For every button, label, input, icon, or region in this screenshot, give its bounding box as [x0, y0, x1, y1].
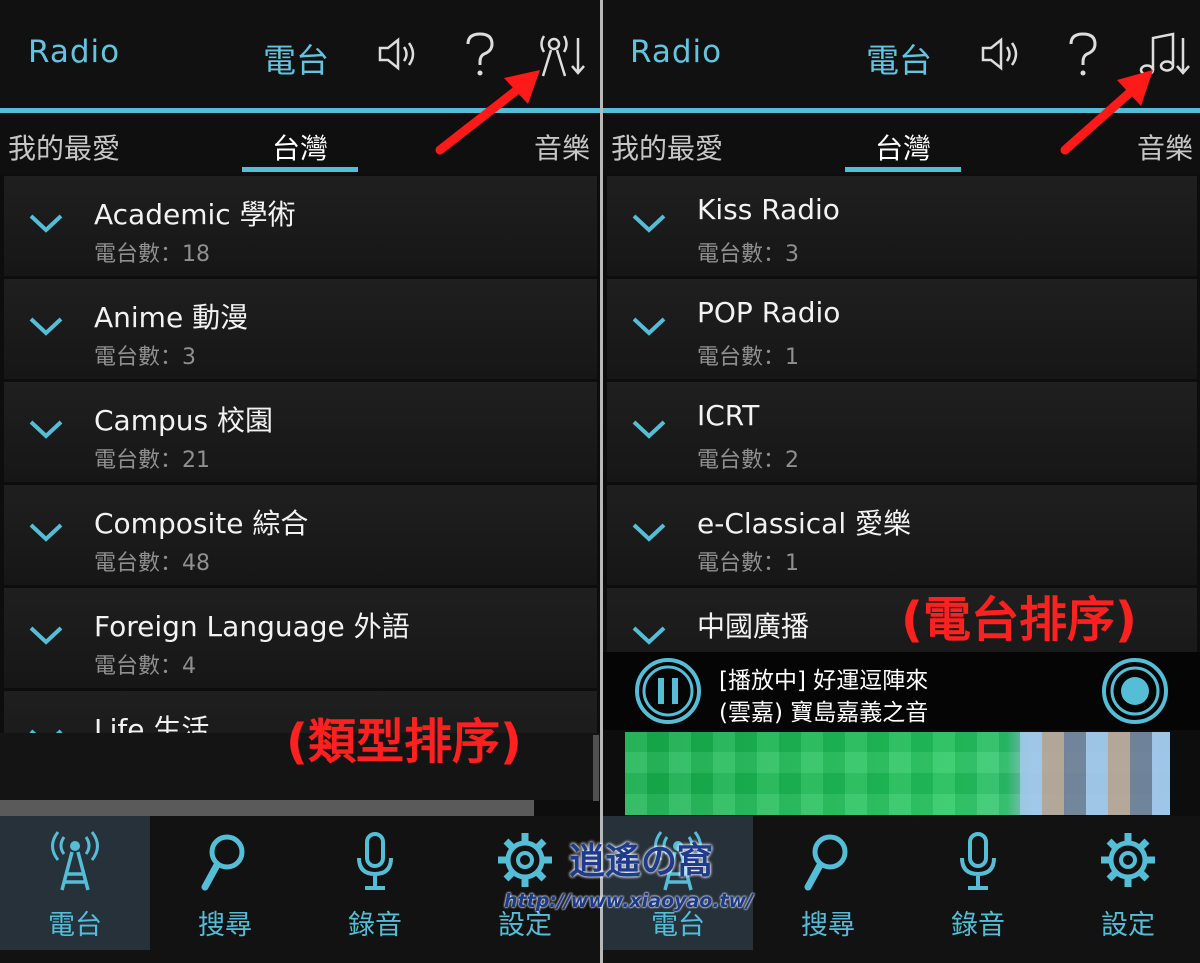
chevron-down-icon — [29, 523, 63, 542]
watermark-logo: 逍遙の窩 — [569, 840, 714, 882]
nav-label: 錄音 — [348, 910, 402, 941]
chevron-down-icon — [29, 626, 63, 645]
nav-radio[interactable]: 電台 — [0, 816, 150, 950]
item-count: 電台數：3 — [94, 345, 196, 370]
gear-icon — [1101, 833, 1155, 887]
tab-favorites[interactable]: 我的最愛 — [8, 127, 120, 167]
list-item[interactable]: ICRT 電台數：2 — [607, 382, 1197, 482]
tab-taiwan[interactable]: 台灣 — [875, 127, 931, 167]
annotation-label: (類型排序) — [286, 714, 522, 770]
list-item[interactable]: Kiss Radio 電台數：3 — [607, 176, 1197, 276]
chevron-down-icon — [632, 317, 666, 336]
list-item[interactable]: Anime 動漫 電台數：3 — [4, 279, 597, 379]
now-playing-bar: [播放中] 好運逗陣來 (雲嘉) 寶島嘉義之音 — [603, 652, 1200, 730]
chevron-down-icon — [29, 214, 63, 233]
section-label: 電台 — [866, 41, 932, 80]
tab-active-indicator — [845, 167, 961, 172]
tab-favorites[interactable]: 我的最愛 — [611, 127, 723, 167]
now-playing-title: [播放中] 好運逗陣來 — [719, 668, 929, 694]
chevron-down-icon — [632, 523, 666, 542]
list-item[interactable]: Campus 校園 電台數：21 — [4, 382, 597, 482]
app-title: Radio — [630, 34, 723, 70]
volume-icon[interactable] — [971, 24, 1031, 84]
nav-label: 搜尋 — [198, 910, 252, 941]
nav-label: 設定 — [1101, 910, 1155, 941]
item-name: Anime 動漫 — [94, 301, 249, 334]
microphone-icon — [960, 832, 996, 890]
list-item[interactable]: Foreign Language 外語 電台數：4 — [4, 588, 597, 688]
ad-image — [1020, 732, 1170, 815]
item-count: 電台數：1 — [697, 345, 799, 370]
chevron-down-icon — [632, 214, 666, 233]
watermark-url: http://www.xiaoyao.tw/ — [504, 890, 754, 912]
scrollbar[interactable] — [0, 800, 534, 816]
item-count: 電台數：21 — [94, 448, 210, 473]
chevron-down-icon — [29, 420, 63, 439]
left-screen: Radio 電台 我的最愛 台灣 音樂 Academic 學術 電台數：18 A… — [0, 0, 600, 963]
item-count: 電台數：48 — [94, 551, 210, 576]
ad-banner[interactable] — [625, 732, 1170, 815]
section-label: 電台 — [263, 41, 329, 80]
nav-label: 錄音 — [951, 910, 1005, 941]
item-count: 電台數：4 — [94, 654, 196, 679]
now-playing-station: (雲嘉) 寶島嘉義之音 — [719, 700, 929, 726]
tab-active-indicator — [242, 167, 358, 172]
item-count: 電台數：2 — [697, 448, 799, 473]
item-name: Foreign Language 外語 — [94, 610, 410, 643]
nav-settings[interactable]: 設定 — [1053, 816, 1200, 950]
nav-record[interactable]: 錄音 — [903, 816, 1053, 950]
item-name: e-Classical 愛樂 — [697, 507, 912, 540]
list-item[interactable]: Academic 學術 電台數：18 — [4, 176, 597, 276]
arrow-annotation-icon — [1060, 70, 1153, 155]
antenna-icon — [51, 831, 99, 891]
item-name: Campus 校園 — [94, 404, 273, 437]
tab-taiwan[interactable]: 台灣 — [272, 127, 328, 167]
item-name: Composite 綜合 — [94, 507, 309, 540]
item-count: 電台數：18 — [94, 242, 210, 267]
nav-record[interactable]: 錄音 — [300, 816, 450, 950]
search-icon — [201, 834, 245, 891]
annotation-label: (電台排序) — [901, 592, 1137, 648]
item-name: 中國廣播 — [697, 610, 810, 643]
item-count: 電台數：3 — [697, 242, 799, 267]
microphone-icon — [357, 832, 393, 890]
chevron-down-icon — [632, 420, 666, 439]
nav-label: 電台 — [48, 910, 102, 941]
item-name: Kiss Radio — [697, 193, 840, 226]
arrow-annotation-icon — [435, 70, 540, 155]
app-title: Radio — [28, 34, 121, 70]
search-icon — [804, 834, 848, 891]
list-item[interactable]: e-Classical 愛樂 電台數：1 — [607, 485, 1197, 585]
item-name: POP Radio — [697, 296, 841, 329]
chevron-down-icon — [632, 626, 666, 645]
list-item[interactable]: Composite 綜合 電台數：48 — [4, 485, 597, 585]
right-screen: Radio 電台 我的最愛 台灣 音樂 Kiss Radio 電台數：3 POP… — [603, 0, 1200, 963]
nav-search[interactable]: 搜尋 — [150, 816, 300, 950]
pause-icon[interactable] — [633, 656, 703, 726]
volume-icon[interactable] — [368, 24, 428, 84]
item-count: 電台數：1 — [697, 551, 799, 576]
chevron-down-icon — [29, 317, 63, 336]
scrollbar-side[interactable] — [593, 735, 599, 801]
item-name: ICRT — [697, 399, 760, 432]
item-name: Academic 學術 — [94, 198, 296, 231]
record-icon[interactable] — [1100, 656, 1170, 726]
watermark: 逍遙の窩 http://www.xiaoyao.tw/ — [504, 832, 794, 922]
list-item[interactable]: POP Radio 電台數：1 — [607, 279, 1197, 379]
